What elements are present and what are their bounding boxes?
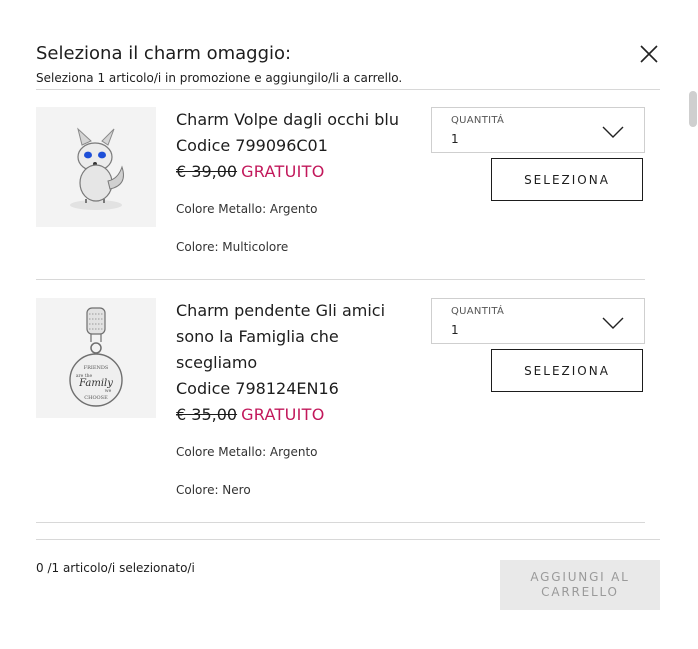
engraving-line: CHOOSE	[84, 395, 108, 401]
product-name: Charm Volpe dagli occhi blu	[176, 110, 399, 129]
chevron-down-icon	[602, 317, 624, 329]
product-image: FRIENDS are the Family we CHOOSE	[36, 298, 156, 418]
product-code: Codice 798124EN16	[176, 379, 339, 398]
metal-color: Colore Metallo: Argento	[176, 445, 318, 459]
fox-charm-image	[70, 127, 124, 210]
product-divider	[36, 522, 645, 523]
product-color: Colore: Multicolore	[176, 240, 289, 254]
price-row: € 35,00 GRATUITO	[176, 402, 325, 428]
family-dangle-charm-image: FRIENDS are the Family we CHOOSE	[69, 307, 123, 407]
engraving-line: FRIENDS	[84, 365, 109, 371]
product-code: Codice 799096C01	[176, 136, 328, 155]
product-divider	[36, 279, 645, 280]
modal-title: Seleziona il charm omaggio:	[36, 43, 292, 64]
quantity-label: QUANTITÁ	[451, 306, 505, 317]
old-price: € 35,00	[176, 405, 238, 424]
product-image	[36, 107, 156, 227]
quantity-value: 1	[451, 132, 459, 146]
product-name: Charm pendente Gli amici sono la Famigli…	[176, 301, 386, 372]
quantity-label: QUANTITÁ	[451, 115, 505, 126]
product-color: Colore: Nero	[176, 483, 251, 497]
old-price: € 39,00	[176, 162, 238, 181]
footer-divider	[36, 539, 660, 540]
free-label: GRATUITO	[241, 162, 325, 181]
scrollbar-track[interactable]	[684, 90, 698, 538]
quantity-value: 1	[451, 323, 459, 337]
add-to-cart-button[interactable]: AGGIUNGI AL CARRELLO	[500, 560, 660, 610]
header-divider	[36, 89, 660, 90]
metal-color: Colore Metallo: Argento	[176, 202, 318, 216]
selection-counter: 0 /1 articolo/i selezionato/i	[36, 561, 195, 575]
scrollbar-thumb[interactable]	[689, 91, 697, 127]
select-button[interactable]: SELEZIONA	[491, 349, 643, 392]
chevron-down-icon	[602, 126, 624, 138]
price-row: € 39,00 GRATUITO	[176, 159, 325, 185]
add-to-cart-label: AGGIUNGI AL CARRELLO	[530, 570, 630, 599]
quantity-select[interactable]: QUANTITÁ 1	[431, 107, 645, 153]
quantity-select[interactable]: QUANTITÁ 1	[431, 298, 645, 344]
modal-subtitle: Seleziona 1 articolo/i in promozione e a…	[36, 71, 403, 85]
close-icon[interactable]	[638, 43, 660, 65]
free-label: GRATUITO	[241, 405, 325, 424]
engraving-line: we	[105, 389, 112, 394]
engraving-line: Family	[78, 378, 113, 389]
select-button[interactable]: SELEZIONA	[491, 158, 643, 201]
